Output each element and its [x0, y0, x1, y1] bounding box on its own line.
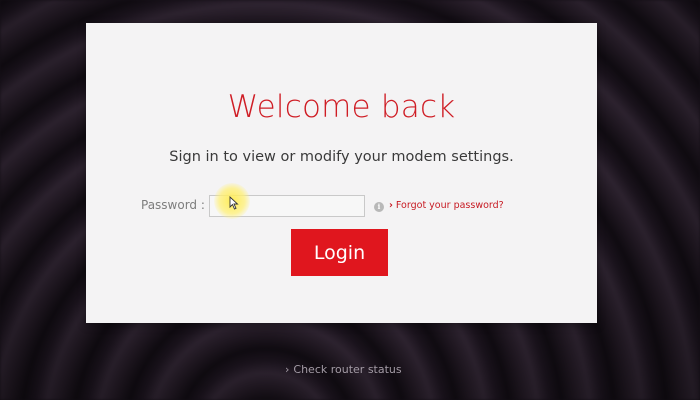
check-router-status-link[interactable]: › Check router status	[285, 363, 402, 376]
page-title: Welcome back	[227, 89, 456, 125]
password-input[interactable]	[209, 195, 365, 217]
forgot-password-link[interactable]: › Forgot your password?	[389, 200, 504, 211]
check-router-status-label: Check router status	[293, 363, 402, 376]
login-card: Welcome back Sign in to view or modify y…	[86, 23, 597, 323]
info-icon[interactable]: i	[374, 202, 384, 212]
chevron-right-icon: ›	[285, 363, 290, 376]
password-label: Password :	[141, 198, 205, 212]
page-subtitle: Sign in to view or modify your modem set…	[169, 149, 514, 165]
login-button[interactable]: Login	[291, 229, 388, 276]
chevron-right-icon: ›	[389, 200, 393, 211]
forgot-password-label: Forgot your password?	[395, 200, 504, 211]
